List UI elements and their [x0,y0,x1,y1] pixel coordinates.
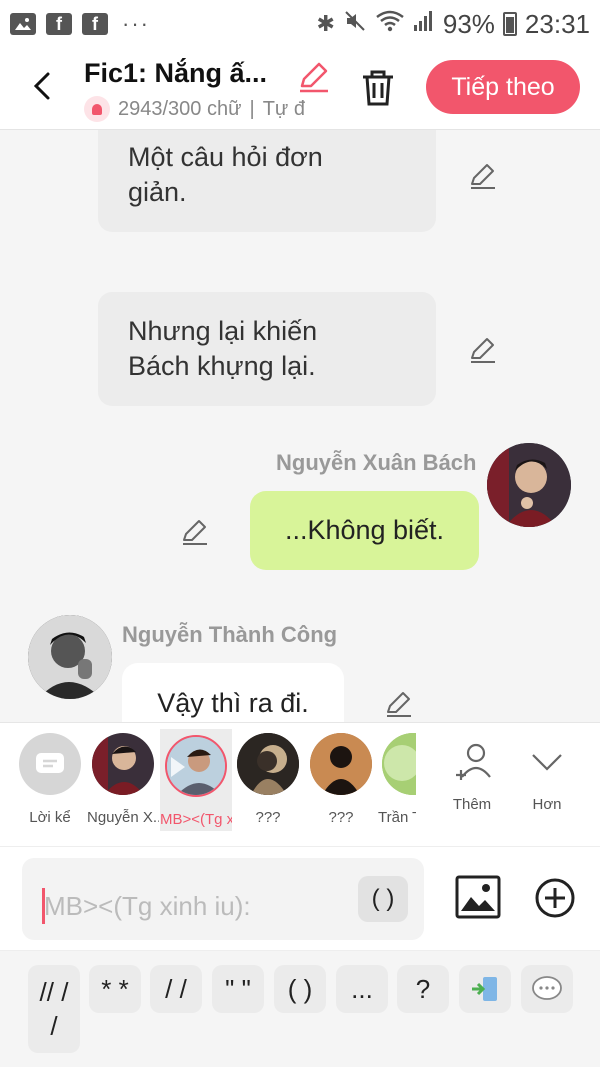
composer: MB><(Tg xinh iu): ( ) [0,846,600,950]
add-button[interactable] [534,877,576,919]
facebook-notification-icon: f [46,13,72,35]
chevron-down-icon [532,754,562,771]
punct-key-label: / [50,1011,58,1041]
back-button[interactable] [28,66,58,106]
add-character-button[interactable]: Thêm [442,741,502,813]
outgoing-message-bubble[interactable]: ...Không biết. [250,491,479,570]
edit-message-button[interactable] [468,160,498,190]
punct-key[interactable]: / / [150,965,202,1013]
chevron-left-icon [33,72,50,100]
speaker-prefix: MB><(Tg xinh iu): [44,891,251,921]
narration-text: Một câu hỏi đơn [128,142,323,172]
story-title: Fic1: Nắng ấ... [84,58,268,88]
punct-key[interactable]: ( ) [274,965,326,1013]
battery-icon [502,12,517,36]
narrator-avatar [19,733,81,795]
character-item[interactable]: ??? [232,733,304,826]
character-label: ??? [255,809,281,826]
pencil-icon [300,62,328,93]
character-item[interactable]: ??? [305,733,377,826]
insert-parentheses-button[interactable]: ( ) [358,876,408,922]
clock: 23:31 [524,8,590,39]
punct-key[interactable]: " " [212,965,264,1013]
mute-icon [343,9,367,39]
delete-button[interactable] [360,68,396,108]
bell-icon [84,96,110,122]
character-narrator[interactable]: Lời kể [14,733,86,826]
punctuation-bar: // / / * * / / " " ( ) ... ? [0,950,600,1067]
chat-area[interactable]: Một câu hỏi đơn giản. Nhưng lại khiến Bá… [0,130,600,722]
phone-transfer-icon [472,977,497,1001]
more-label: Hơn [532,796,562,813]
message-input[interactable]: MB><(Tg xinh iu): ( ) [22,858,424,940]
sender-name: Nguyễn Xuân Bách [276,450,477,475]
character-label: Nguyễn X... [87,809,159,826]
wifi-icon [375,9,405,40]
word-count: 2943/300 chữ [118,97,242,120]
chat-bubble-key[interactable] [521,965,573,1013]
phone-call-key[interactable] [459,965,511,1013]
chat-bubble-icon [532,976,562,1000]
edit-message-button[interactable] [180,516,210,546]
punct-key[interactable]: // / / [28,965,80,1053]
character-item[interactable]: Trần T [378,733,416,826]
character-label: MB><(Tg x... [160,811,232,828]
punct-key[interactable]: ? [397,965,449,1013]
image-icon [455,875,501,919]
character-avatar [237,733,299,795]
punct-key[interactable]: * * [89,965,141,1013]
narration-text: Nhưng lại khiến [128,316,318,346]
narration-bubble[interactable]: Một câu hỏi đơn giản. [98,130,436,232]
avatar[interactable] [28,615,112,699]
edit-message-button[interactable] [468,334,498,364]
plus-circle-icon [535,878,575,918]
add-user-icon [456,743,491,780]
chat-bubble-icon [36,753,64,773]
narration-text: giản. [128,177,187,207]
next-button[interactable]: Tiếp theo [426,60,580,114]
character-item[interactable]: Nguyễn X... [87,733,159,826]
character-label: Trần T [378,809,416,826]
edit-title-button[interactable] [296,58,332,94]
character-avatar [310,733,372,795]
punct-key[interactable]: ... [336,965,388,1013]
sender-name: Nguyễn Thành Công [122,622,338,647]
insert-image-button[interactable] [455,875,501,919]
narration-bubble[interactable]: Nhưng lại khiến Bách khựng lại. [98,292,436,406]
bluetooth-icon: ✱ [316,11,335,36]
character-avatar [165,735,227,797]
character-label: ??? [328,809,354,826]
punct-key-label: // / [39,977,69,1007]
character-item-selected[interactable]: MB><(Tg x... [160,729,232,831]
meta-separator: | [249,97,255,120]
battery-percent: 93% [442,8,495,39]
more-button[interactable]: Hơn [517,741,577,813]
narration-text: Bách khựng lại. [128,351,316,381]
avatar[interactable] [487,443,571,527]
facebook-notification-icon: f [82,13,108,35]
character-avatar [92,733,154,795]
character-picker: Lời kể Nguyễn X... MB><(Tg x... ??? ??? … [0,722,600,846]
pencil-icon [471,164,495,189]
autosave-status: Tự đ [262,97,305,120]
trash-icon [363,70,393,106]
gallery-notification-icon [10,13,36,35]
pencil-icon [183,520,207,545]
character-avatar [382,733,416,795]
story-meta: 2943/300 chữ | Tự đ [84,96,330,122]
signal-icon [413,9,435,40]
more-notifications-icon: ··· [122,11,150,36]
pencil-icon [387,692,411,717]
status-bar: f f ··· ✱ 93% 23:31 [0,0,600,48]
editor-header: Fic1: Nắng ấ... 2943/300 chữ | Tự đ Tiếp… [0,48,600,130]
add-character-label: Thêm [452,796,492,813]
character-label: Lời kể [29,809,71,826]
pencil-icon [471,338,495,363]
edit-message-button[interactable] [384,688,414,718]
incoming-message-bubble[interactable]: Vậy thì ra đi. [122,663,344,722]
